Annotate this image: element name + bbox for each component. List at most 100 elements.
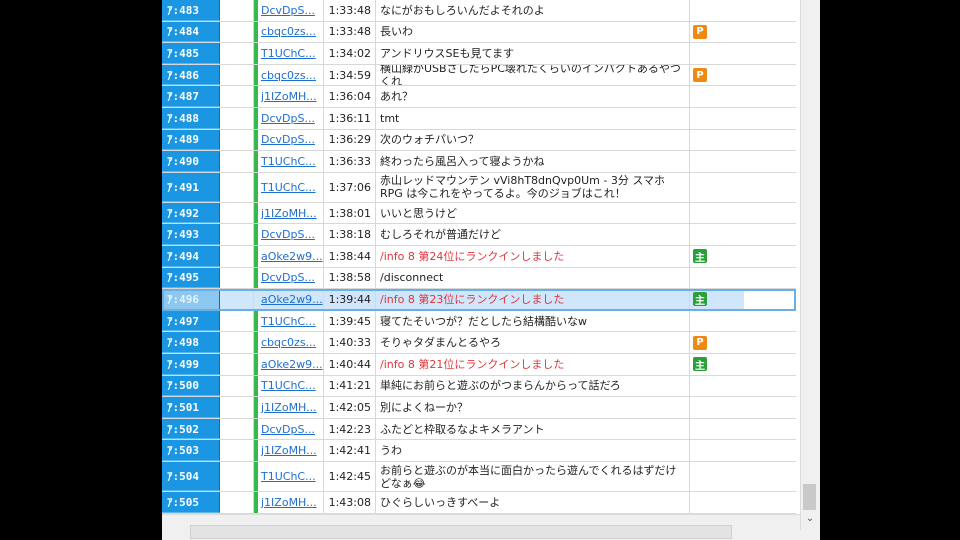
comment-user-link[interactable]: j1IZoMH...	[258, 86, 324, 107]
comment-time: 1:36:04	[324, 86, 376, 107]
comment-spacer	[220, 172, 254, 202]
comment-time: 1:42:41	[324, 440, 376, 461]
comment-user-link[interactable]: T1UChC...	[258, 462, 324, 491]
comment-row[interactable]: ｱ:488 DcvDpS... 1:36:11 tmt	[162, 108, 796, 130]
comment-message: そりゃタダまんとるやろ	[376, 332, 690, 353]
comment-number: ｱ:483	[162, 0, 220, 21]
comment-row[interactable]: ｱ:505 j1IZoMH... 1:43:08 ひぐらしいっきすべーよ	[162, 492, 796, 514]
comment-badge-cell: 主	[690, 246, 744, 267]
comment-list[interactable]: ｱ:483 DcvDpS... 1:33:48 なにがおもしろいんだよそれのよ ｱ:48…	[162, 0, 796, 514]
comment-row[interactable]: ｱ:496 aOke2w9... 1:39:44/info 8 第23位にランクイン…	[162, 289, 796, 311]
comment-spacer	[220, 354, 254, 375]
comment-user-link[interactable]: T1UChC...	[258, 310, 324, 332]
comment-number: ｱ:502	[162, 418, 220, 440]
comment-row[interactable]: ｱ:498 cbqc0zs... 1:40:33 そりゃタダまんとるやろ P	[162, 332, 796, 354]
vertical-scrollbar[interactable]: ⌄	[800, 0, 819, 530]
comment-user-link[interactable]: DcvDpS...	[258, 108, 324, 129]
comment-user-link[interactable]: T1UChC...	[258, 151, 324, 172]
comment-row[interactable]: ｱ:501 j1IZoMH... 1:42:05 別によくねーか？	[162, 397, 796, 419]
comment-spacer	[220, 0, 254, 21]
comment-row[interactable]: ｱ:495 DcvDpS... 1:38:58/disconnect	[162, 267, 796, 290]
comment-user-link[interactable]: DcvDpS...	[258, 267, 324, 289]
comment-user-link[interactable]: T1UChC...	[258, 375, 324, 397]
comment-message: /info 8 第24位にランクインしました	[376, 246, 690, 267]
comment-row[interactable]: ｱ:494 aOke2w9... 1:38:44/info 8 第24位にランクイン…	[162, 246, 796, 268]
comment-number: ｱ:503	[162, 440, 220, 461]
comment-spacer	[220, 462, 254, 491]
comment-row[interactable]: ｱ:497 T1UChC... 1:39:45 寝てたそいつが？だとしたら結構酷いなw	[162, 310, 796, 333]
comment-spacer	[220, 202, 254, 224]
comment-row[interactable]: ｱ:487 j1IZoMH... 1:36:04 あれ？	[162, 86, 796, 108]
horizontal-scrollbar-thumb[interactable]	[190, 525, 732, 539]
comment-user-link[interactable]: aOke2w9...	[258, 289, 324, 310]
comment-time: 1:36:11	[324, 108, 376, 129]
comment-row[interactable]: ｱ:489 DcvDpS... 1:36:29 次のウォチパいつ？	[162, 129, 796, 152]
comment-message: tmt	[376, 108, 690, 129]
comment-message: むしろそれが普通だけど	[376, 224, 690, 245]
comment-message: 単純にお前らと遊ぶのがつまらんからって話だろ	[376, 375, 690, 397]
comment-row[interactable]: ｱ:483 DcvDpS... 1:33:48 なにがおもしろいんだよそれのよ	[162, 0, 796, 22]
comment-row[interactable]: ｱ:504 T1UChC... 1:42:45 お前らと遊ぶのが本当に面白かったら遊ん…	[162, 462, 796, 492]
comment-message: 寝てたそいつが？だとしたら結構酷いなw	[376, 310, 690, 332]
comment-row[interactable]: ｱ:485 T1UChC... 1:34:02 アンドリウスSEも見てます	[162, 43, 796, 65]
comment-user-link[interactable]: j1IZoMH...	[258, 202, 324, 224]
comment-row[interactable]: ｱ:486 cbqc0zs... 1:34:59 横山緑がUSBさしたらPC壊れたくら…	[162, 64, 796, 87]
comment-row[interactable]: ｱ:484 cbqc0zs... 1:33:48 長いわ P	[162, 21, 796, 44]
comment-message: 長いわ	[376, 21, 690, 43]
comment-badge-cell	[690, 151, 744, 172]
comment-user-link[interactable]: T1UChC...	[258, 172, 324, 202]
comment-time: 1:42:45	[324, 462, 376, 491]
comment-row[interactable]: ｱ:499 aOke2w9... 1:40:44/info 8 第21位にランクイン…	[162, 354, 796, 376]
scrollbar-thumb[interactable]	[803, 484, 816, 510]
comment-badge-cell	[690, 108, 744, 129]
comment-user-link[interactable]: aOke2w9...	[258, 246, 324, 267]
scroll-down-icon[interactable]: ⌄	[803, 512, 817, 526]
comment-badge-cell	[690, 311, 744, 332]
comment-user-link[interactable]: T1UChC...	[258, 43, 324, 64]
comment-number: ｱ:500	[162, 375, 220, 397]
comment-row[interactable]: ｱ:492 j1IZoMH... 1:38:01 いいと思うけど	[162, 202, 796, 225]
comment-number: ｱ:485	[162, 43, 220, 64]
comment-badge-cell: P	[690, 22, 744, 43]
comment-number: ｱ:497	[162, 310, 220, 332]
comment-spacer	[220, 43, 254, 64]
comment-row[interactable]: ｱ:503 j1IZoMH... 1:42:41 うわ	[162, 440, 796, 462]
premium-badge-icon: P	[693, 24, 707, 39]
comment-time: 1:34:59	[324, 64, 376, 86]
comment-user-link[interactable]: j1IZoMH...	[258, 492, 324, 513]
comment-badge-cell: P	[690, 332, 744, 353]
comment-row[interactable]: ｱ:500 T1UChC... 1:41:21 単純にお前らと遊ぶのがつまらんからって…	[162, 375, 796, 398]
comment-user-link[interactable]: DcvDpS...	[258, 418, 324, 440]
comment-time: 1:42:23	[324, 418, 376, 440]
comment-user-link[interactable]: DcvDpS...	[258, 129, 324, 151]
comment-user-link[interactable]: cbqc0zs...	[258, 64, 324, 86]
comment-user-link[interactable]: j1IZoMH...	[258, 440, 324, 461]
comment-row[interactable]: ｱ:490 T1UChC... 1:36:33 終わったら風呂入って寝ようかね	[162, 151, 796, 173]
comment-row[interactable]: ｱ:493 DcvDpS... 1:38:18 むしろそれが普通だけど	[162, 224, 796, 246]
comment-badge-cell	[690, 419, 744, 440]
comment-badge-cell	[690, 462, 744, 491]
comment-user-link[interactable]: cbqc0zs...	[258, 21, 324, 43]
comment-time: 1:38:44	[324, 246, 376, 267]
horizontal-scrollbar[interactable]	[162, 514, 800, 540]
comment-user-link[interactable]: cbqc0zs...	[258, 332, 324, 353]
comment-user-link[interactable]: DcvDpS...	[258, 224, 324, 245]
comment-badge-cell	[690, 376, 744, 397]
comment-number: ｱ:488	[162, 108, 220, 129]
comment-spacer	[220, 492, 254, 513]
comment-spacer	[220, 224, 254, 245]
comment-user-link[interactable]: DcvDpS...	[258, 0, 324, 21]
comment-row[interactable]: ｱ:491 T1UChC... 1:37:06 赤山レッドマウンテン vVi8hT8d…	[162, 172, 796, 203]
comment-time: 1:36:33	[324, 151, 376, 172]
comment-row[interactable]: ｱ:502 DcvDpS... 1:42:23 ふたどと枠取るなよキメラアント	[162, 418, 796, 441]
comment-spacer	[220, 440, 254, 461]
owner-badge-icon: 主	[693, 249, 707, 264]
comment-user-link[interactable]: j1IZoMH...	[258, 397, 324, 418]
comment-spacer	[220, 21, 254, 43]
comment-number: ｱ:486	[162, 64, 220, 86]
comment-message: /disconnect	[376, 267, 690, 289]
comment-spacer	[220, 246, 254, 267]
comment-spacer	[220, 289, 254, 310]
comment-user-link[interactable]: aOke2w9...	[258, 354, 324, 375]
comment-number: ｱ:505	[162, 492, 220, 513]
